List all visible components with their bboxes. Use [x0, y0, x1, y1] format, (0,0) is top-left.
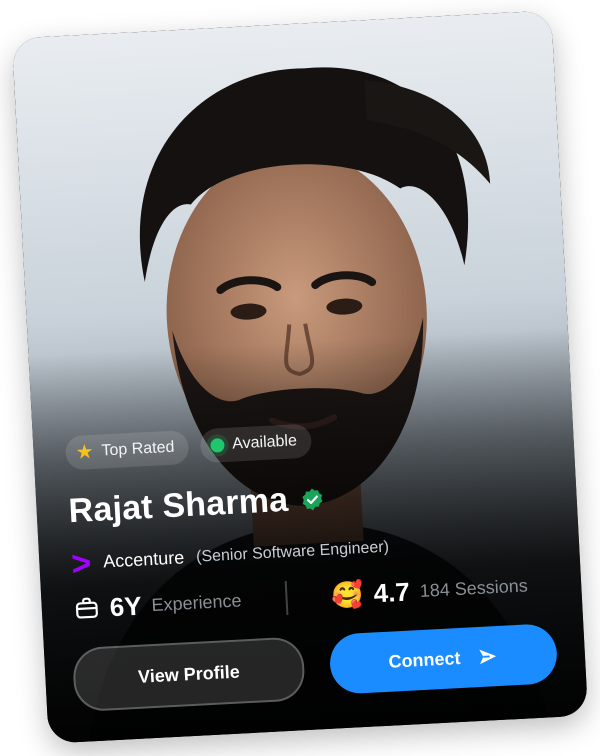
star-icon: ★	[75, 440, 95, 464]
smiling-hearts-emoji-icon: 🥰	[330, 578, 365, 611]
job-role: (Senior Software Engineer)	[195, 538, 390, 566]
send-icon	[478, 649, 496, 665]
connect-button[interactable]: Connect	[328, 622, 559, 695]
connect-label: Connect	[387, 647, 461, 672]
sessions-count: 184 Sessions	[419, 574, 529, 601]
company-name: Accenture	[102, 547, 185, 572]
available-dot-icon	[209, 438, 225, 453]
top-rated-label: Top Rated	[101, 438, 175, 460]
stats-divider	[284, 580, 289, 616]
name-row: Rajat Sharma	[68, 467, 545, 531]
company-row: > Accenture (Senior Software Engineer)	[70, 528, 547, 583]
experience-stat: 6Y Experience	[73, 585, 242, 625]
experience-value: 6Y	[108, 590, 143, 622]
rating-value: 4.7	[372, 576, 411, 608]
verified-icon	[302, 488, 323, 511]
experience-label: Experience	[150, 589, 242, 615]
briefcase-icon	[75, 597, 98, 619]
accenture-logo-icon: >	[70, 543, 93, 583]
profile-name: Rajat Sharma	[67, 480, 290, 531]
top-rated-badge: ★ Top Rated	[64, 429, 190, 471]
view-profile-button[interactable]: View Profile	[71, 636, 306, 713]
profile-content: ★ Top Rated Available Rajat Sharma > Acc…	[64, 411, 550, 626]
available-label: Available	[231, 432, 298, 453]
available-badge: Available	[199, 423, 312, 464]
mentor-card: ★ Top Rated Available Rajat Sharma > Acc…	[11, 10, 589, 744]
view-profile-label: View Profile	[137, 661, 241, 687]
stage: ★ Top Rated Available Rajat Sharma > Acc…	[0, 0, 600, 756]
